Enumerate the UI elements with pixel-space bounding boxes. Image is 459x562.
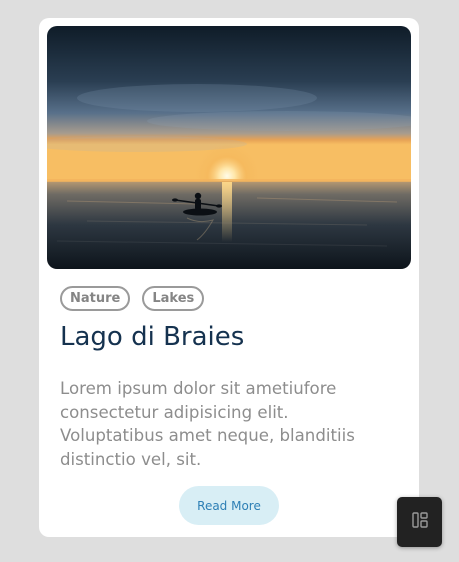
card-image [47, 26, 411, 269]
article-card: Nature Lakes Lago di Braies Lorem ipsum … [39, 18, 419, 537]
card-description: Lorem ipsum dolor sit ametiufore consect… [60, 379, 355, 469]
tag-list: Nature Lakes [60, 286, 205, 311]
layout-icon [411, 511, 429, 533]
card-title: Lago di Braies [60, 322, 245, 352]
tag-lakes[interactable]: Lakes [142, 286, 205, 311]
read-more-button[interactable]: Read More [179, 486, 279, 525]
layout-toggle-button[interactable] [397, 497, 442, 547]
tag-nature[interactable]: Nature [60, 286, 131, 311]
